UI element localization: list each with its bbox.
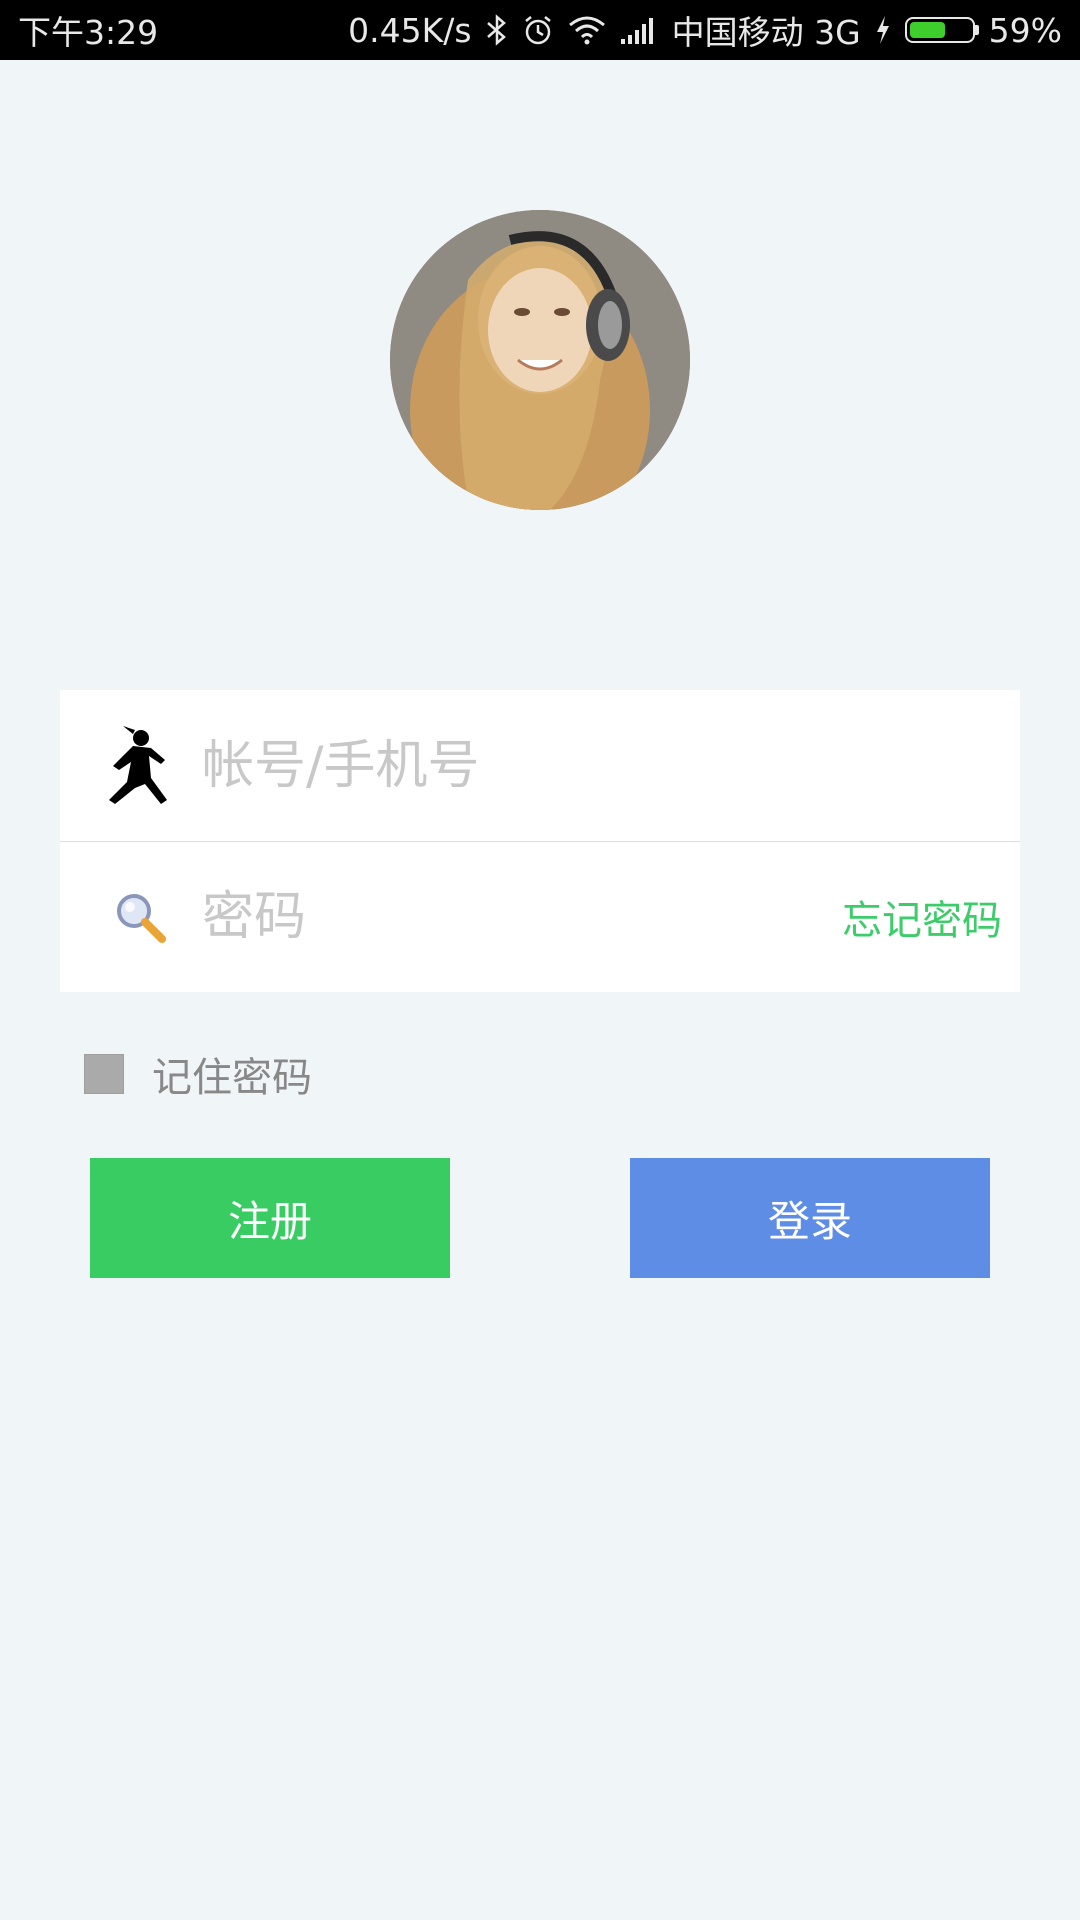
- avatar[interactable]: [390, 210, 690, 510]
- forgot-password-link[interactable]: 忘记密码: [842, 888, 1002, 946]
- status-time: 下午3:29: [18, 13, 159, 52]
- remember-password[interactable]: 记住密码: [84, 1045, 312, 1103]
- remember-password-checkbox[interactable]: [84, 1054, 124, 1094]
- bluetooth-icon: [486, 14, 508, 46]
- charging-icon: [875, 15, 891, 45]
- login-button[interactable]: 登录: [630, 1158, 990, 1278]
- network-speed: 0.45K/s: [348, 10, 472, 50]
- battery-percent: 59%: [988, 10, 1062, 50]
- password-input[interactable]: [200, 885, 764, 948]
- carrier-label: 中国移动 3G: [671, 13, 861, 52]
- register-button[interactable]: 注册: [90, 1158, 450, 1278]
- account-row: [60, 690, 1020, 842]
- magnifier-icon: [100, 877, 180, 957]
- login-form: 忘记密码: [60, 690, 1020, 992]
- password-row: 忘记密码: [60, 841, 1020, 992]
- remember-password-label: 记住密码: [152, 1055, 312, 1101]
- status-right: 0.45K/s 中国移动 3G 59%: [348, 6, 1062, 54]
- signal-icon: [620, 15, 658, 45]
- ninja-icon: [100, 725, 180, 806]
- status-bar: 下午3:29 0.45K/s 中国移动 3G 59%: [0, 0, 1080, 60]
- avatar-photo: [390, 210, 690, 510]
- account-input[interactable]: [200, 734, 764, 797]
- alarm-icon: [522, 14, 554, 46]
- wifi-icon: [568, 15, 606, 45]
- battery-icon: [904, 17, 979, 43]
- battery-fill: [909, 22, 945, 38]
